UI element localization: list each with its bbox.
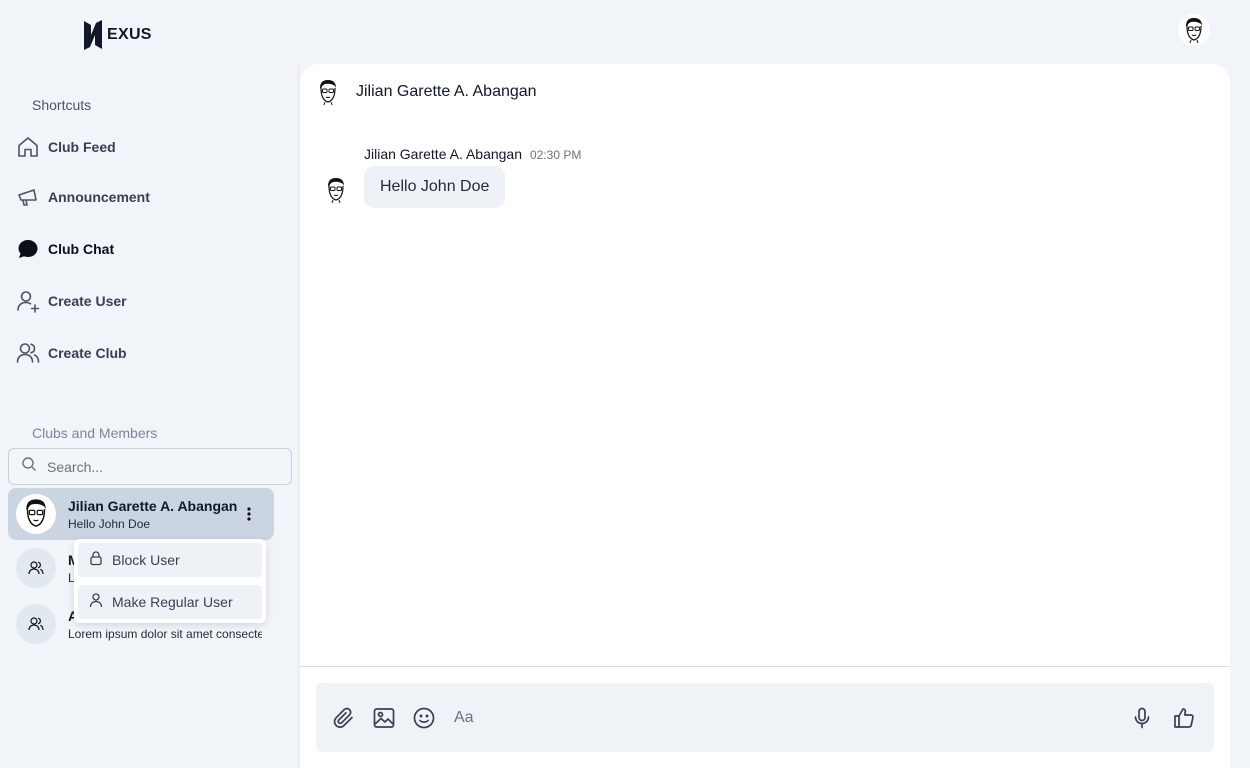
face-sketch-icon bbox=[320, 80, 336, 106]
message-input[interactable] bbox=[454, 705, 1094, 731]
brand-name: EXUS bbox=[107, 26, 152, 43]
nav-label: Announcement bbox=[48, 189, 150, 205]
member-last-message: Hello John Doe bbox=[68, 516, 151, 531]
paperclip-icon[interactable] bbox=[332, 706, 356, 730]
chat-bubble-icon bbox=[16, 237, 40, 261]
app: EXUS Shortcuts Club Feed Announcement Cl… bbox=[0, 0, 1250, 768]
microphone-icon[interactable] bbox=[1130, 706, 1154, 730]
avatar[interactable] bbox=[316, 78, 340, 106]
user-icon bbox=[88, 592, 104, 613]
message-bubble: Hello John Doe bbox=[364, 166, 506, 208]
user-plus-icon bbox=[16, 289, 40, 313]
member-item[interactable]: Jilian Garette A. Abangan Hello John Doe bbox=[8, 488, 274, 540]
search-icon bbox=[21, 456, 37, 477]
member-text: Jilian Garette A. Abangan Hello John Doe bbox=[68, 498, 262, 531]
make-regular-user-menu-item[interactable]: Make Regular User bbox=[78, 585, 262, 619]
chat-header: Jilian Garette A. Abangan bbox=[316, 78, 537, 106]
member-name: Jilian Garette A. Abangan bbox=[68, 497, 238, 514]
menu-item-label: Make Regular User bbox=[112, 594, 233, 610]
message-meta: Jilian Garette A. Abangan 02:30 PM bbox=[364, 146, 581, 162]
more-options-icon[interactable] bbox=[240, 504, 258, 524]
users-icon bbox=[28, 561, 44, 575]
face-sketch-icon bbox=[328, 178, 344, 204]
group-avatar bbox=[16, 604, 56, 644]
member-context-menu: Block User Make Regular User bbox=[74, 539, 266, 623]
nav-club-chat[interactable]: Club Chat bbox=[16, 231, 276, 267]
composer-divider bbox=[300, 666, 1230, 667]
chat-recipient-name: Jilian Garette A. Abangan bbox=[356, 83, 537, 100]
image-icon[interactable] bbox=[372, 706, 396, 730]
logo-mark-icon bbox=[84, 20, 102, 50]
group-avatar bbox=[16, 548, 56, 588]
message-sender: Jilian Garette A. Abangan bbox=[364, 146, 522, 162]
lock-icon bbox=[88, 550, 104, 571]
users-icon bbox=[28, 617, 44, 631]
menu-item-label: Block User bbox=[112, 552, 180, 568]
nav-label: Club Chat bbox=[48, 241, 115, 257]
face-sketch-icon bbox=[1186, 18, 1202, 44]
member-last-message: Lorem ipsum dolor sit amet consecte bbox=[68, 626, 262, 641]
home-icon bbox=[16, 135, 40, 159]
avatar bbox=[16, 494, 56, 534]
nav-announcement[interactable]: Announcement bbox=[16, 179, 276, 215]
search-input[interactable] bbox=[47, 458, 267, 475]
users-icon bbox=[16, 341, 40, 365]
thumbs-up-icon[interactable] bbox=[1172, 706, 1196, 730]
nav-create-user[interactable]: Create User bbox=[16, 283, 276, 319]
megaphone-icon bbox=[16, 185, 40, 209]
brand-logo[interactable]: EXUS bbox=[82, 18, 152, 52]
face-sketch-icon bbox=[26, 499, 46, 527]
message-composer bbox=[316, 683, 1214, 752]
nav-club-feed[interactable]: Club Feed bbox=[16, 129, 276, 165]
search-box bbox=[8, 448, 292, 485]
nav-label: Create Club bbox=[48, 345, 127, 361]
nav-create-club[interactable]: Create Club bbox=[16, 335, 276, 371]
clubs-heading: Clubs and Members bbox=[32, 425, 158, 441]
message-avatar bbox=[324, 176, 348, 204]
message-time: 02:30 PM bbox=[530, 148, 582, 162]
emoji-icon[interactable] bbox=[412, 706, 436, 730]
block-user-menu-item[interactable]: Block User bbox=[78, 543, 262, 577]
nav-label: Club Feed bbox=[48, 139, 116, 155]
shortcuts-heading: Shortcuts bbox=[32, 97, 92, 113]
profile-avatar[interactable] bbox=[1178, 14, 1210, 46]
chat-panel: Jilian Garette A. Abangan Jilian Garette… bbox=[300, 64, 1230, 768]
sidebar-divider bbox=[298, 64, 299, 768]
nav-label: Create User bbox=[48, 293, 127, 309]
